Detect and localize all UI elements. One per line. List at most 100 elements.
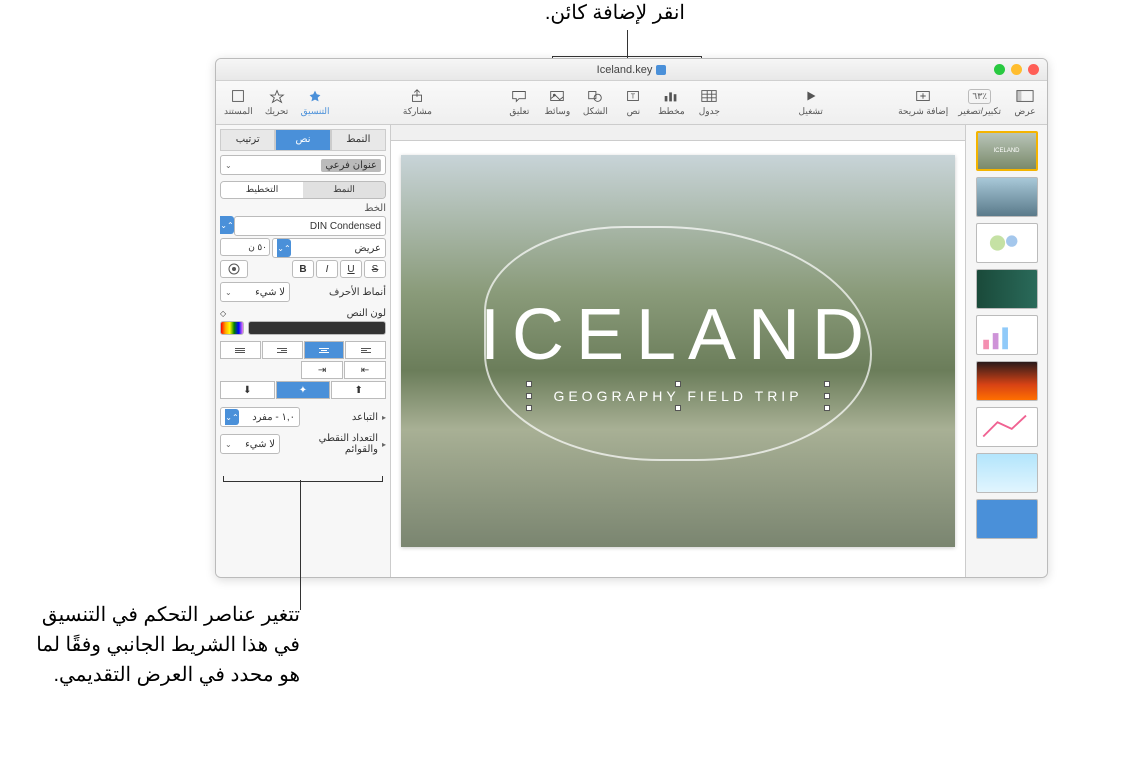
selection-handle[interactable]	[824, 381, 830, 387]
text-color-well[interactable]	[248, 321, 386, 335]
indent-group: ⇤ ⇥	[220, 361, 386, 379]
align-right-button[interactable]	[345, 341, 386, 359]
selection-handle[interactable]	[675, 381, 681, 387]
seg-style[interactable]: النمط	[303, 182, 385, 198]
font-weight-dropdown[interactable]: عريض⌃⌄	[272, 238, 386, 258]
format-icon	[306, 88, 324, 104]
text-icon: T	[624, 88, 642, 104]
bullets-dropdown[interactable]: لا شيء⌄	[220, 434, 280, 454]
document-icon	[656, 65, 666, 75]
slide-thumb-6[interactable]	[976, 361, 1038, 401]
slide-navigator[interactable]: ١ICELAND ٢ ٣ ٤ ٥ ٦ ٧ ٨ ٩	[965, 125, 1047, 577]
chevron-down-icon: ⌄	[225, 161, 232, 170]
char-styles-dropdown[interactable]: لا شيء⌄	[220, 282, 290, 302]
play-icon	[802, 88, 820, 104]
table-icon	[700, 88, 718, 104]
seg-layout[interactable]: التخطيط	[221, 182, 303, 198]
window-controls	[994, 64, 1039, 75]
close-button[interactable]	[1028, 64, 1039, 75]
text-color-label: لون النص	[230, 308, 386, 319]
tab-arrange[interactable]: ترتيب	[220, 129, 275, 151]
tab-style[interactable]: النمط	[331, 129, 386, 151]
slide-thumb-5[interactable]	[976, 315, 1038, 355]
underline-button[interactable]: U	[340, 260, 362, 278]
color-picker-button[interactable]	[220, 321, 244, 335]
toolbar: عرض ٪٦٣ تكبير/تصغير إضافة شريحة تشغيل جد…	[216, 81, 1047, 125]
disclosure-icon[interactable]: ▸	[382, 440, 386, 449]
slide-thumb-2[interactable]	[976, 177, 1038, 217]
play-button[interactable]: تشغيل	[797, 88, 825, 117]
font-stepper[interactable]: ⌃⌄	[220, 216, 234, 234]
callout-line	[627, 30, 628, 58]
selection-handle[interactable]	[675, 405, 681, 411]
media-button[interactable]: وسائط	[543, 88, 571, 117]
char-styles-label: أنماط الأحرف	[329, 287, 386, 298]
view-button[interactable]: عرض	[1011, 88, 1039, 117]
selection-handle[interactable]	[824, 393, 830, 399]
slide-thumb-7[interactable]	[976, 407, 1038, 447]
align-center-button[interactable]	[304, 341, 345, 359]
zoom-value: ٪٦٣	[968, 89, 991, 104]
gear-button[interactable]	[220, 260, 248, 278]
slide-thumb-8[interactable]	[976, 453, 1038, 493]
iceland-outline	[484, 226, 872, 461]
media-icon	[548, 88, 566, 104]
font-family-dropdown[interactable]: DIN Condensed	[234, 216, 386, 236]
selection-handle[interactable]	[824, 405, 830, 411]
bold-button[interactable]: B	[292, 260, 314, 278]
font-size-stepper[interactable]: ٥٠ ن	[220, 238, 270, 256]
italic-button[interactable]: I	[316, 260, 338, 278]
shape-button[interactable]: الشكل	[581, 88, 609, 117]
bullets-label: التعداد النقطي والقوائم	[284, 433, 378, 455]
valign-top-button[interactable]: ⬆	[331, 381, 386, 399]
text-button[interactable]: T نص	[619, 88, 647, 117]
slide-canvas[interactable]: ICELAND GEOGRAPHY FIELD TRIP	[401, 155, 955, 547]
animate-icon	[268, 88, 286, 104]
slide-thumb-1[interactable]: ICELAND	[976, 131, 1038, 171]
canvas-area[interactable]: ICELAND GEOGRAPHY FIELD TRIP	[391, 125, 965, 577]
zoom-control[interactable]: ٪٦٣ تكبير/تصغير	[958, 89, 1001, 117]
comment-icon	[510, 88, 528, 104]
subtitle-selection-box[interactable]: GEOGRAPHY FIELD TRIP	[529, 384, 826, 408]
selection-handle[interactable]	[526, 381, 532, 387]
align-left-button[interactable]	[262, 341, 303, 359]
font-label: الخط	[220, 203, 386, 214]
valign-middle-button[interactable]: ✦	[276, 381, 331, 399]
animate-button[interactable]: تحريك	[263, 88, 291, 117]
selection-handle[interactable]	[526, 405, 532, 411]
format-inspector: النمط نص ترتيب عنوان فرعي ⌄ النمط التخطي…	[216, 125, 391, 577]
callout-inspector: تتغير عناصر التحكم في التنسيق في هذا الش…	[20, 600, 300, 690]
share-icon	[408, 88, 426, 104]
document-icon	[229, 88, 247, 104]
table-button[interactable]: جدول	[695, 88, 723, 117]
indent-decrease-button[interactable]: ⇤	[344, 361, 386, 379]
main-area: ١ICELAND ٢ ٣ ٤ ٥ ٦ ٧ ٨ ٩ ICELAND GEOGRAP…	[216, 125, 1047, 577]
inspector-tabs: النمط نص ترتيب	[220, 129, 386, 151]
slide-subtitle: GEOGRAPHY FIELD TRIP	[553, 388, 802, 404]
chart-button[interactable]: مخطط	[657, 88, 685, 117]
add-slide-button[interactable]: إضافة شريحة	[898, 88, 948, 117]
share-button[interactable]: مشاركة	[403, 88, 432, 117]
strikethrough-button[interactable]: S	[364, 260, 386, 278]
title-text: Iceland.key	[597, 64, 653, 76]
align-justify-button[interactable]	[220, 341, 261, 359]
spacing-dropdown[interactable]: ١,٠ - مفرد⌃⌄	[220, 407, 300, 427]
slide-thumb-4[interactable]	[976, 269, 1038, 309]
plus-icon	[914, 88, 932, 104]
slide-thumb-3[interactable]	[976, 223, 1038, 263]
tab-text[interactable]: نص	[275, 129, 330, 151]
slide-thumb-9[interactable]	[976, 499, 1038, 539]
document-button[interactable]: المستند	[224, 88, 253, 117]
svg-text:T: T	[631, 92, 636, 101]
paragraph-style-dropdown[interactable]: عنوان فرعي ⌄	[220, 155, 386, 175]
disclosure-icon[interactable]: ▸	[382, 413, 386, 422]
comment-button[interactable]: تعليق	[505, 88, 533, 117]
document-title: Iceland.key	[597, 64, 667, 76]
indent-increase-button[interactable]: ⇥	[301, 361, 343, 379]
format-button[interactable]: التنسيق	[301, 88, 330, 117]
valign-bottom-button[interactable]: ⬇	[220, 381, 275, 399]
minimize-button[interactable]	[1011, 64, 1022, 75]
selection-handle[interactable]	[526, 393, 532, 399]
callout-add-object: انقر لإضافة كائن.	[545, 0, 685, 25]
maximize-button[interactable]	[994, 64, 1005, 75]
